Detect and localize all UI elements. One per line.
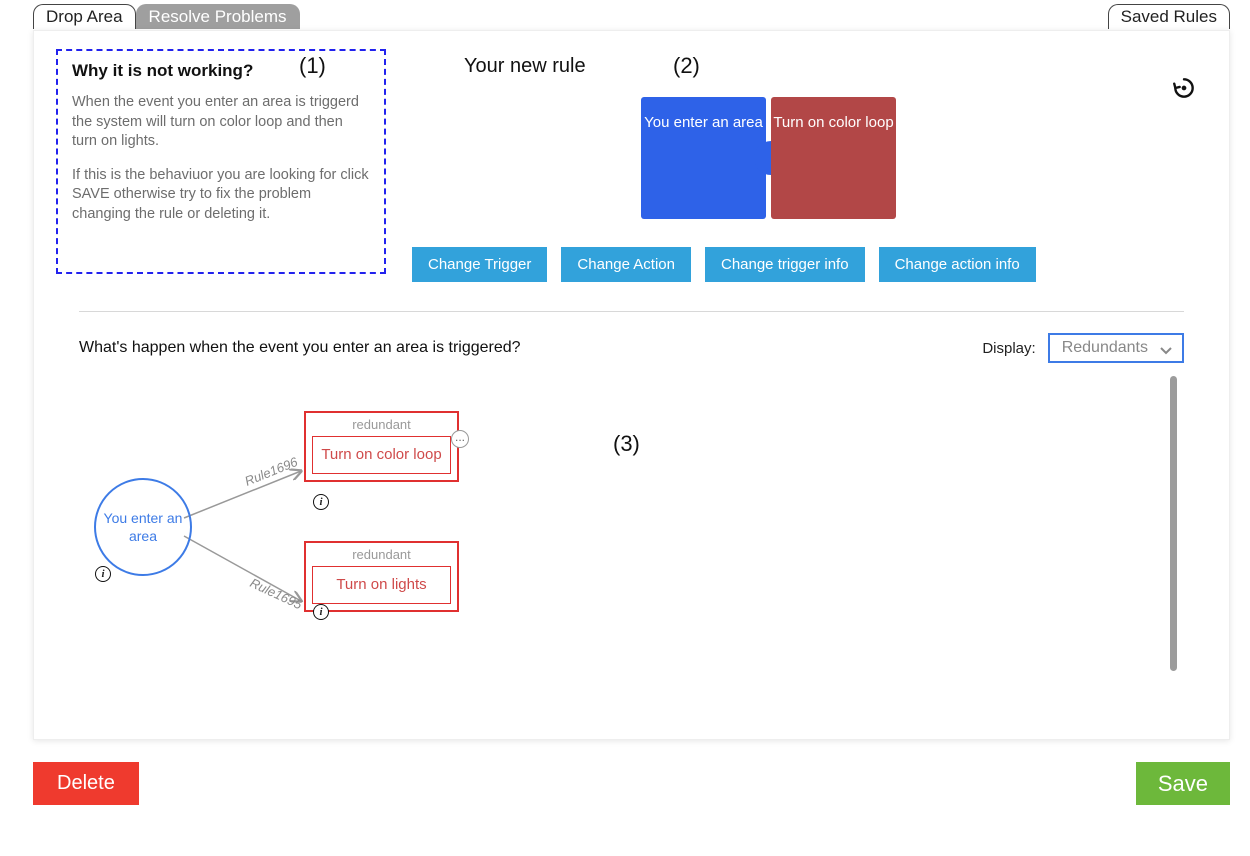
change-buttons-row: Change Trigger Change Action Change trig…: [412, 247, 1036, 282]
tab-drop-area[interactable]: Drop Area: [33, 4, 136, 29]
action-node-top-tag: redundant: [306, 413, 457, 436]
explanation-box: Why it is not working? When the event yo…: [56, 49, 386, 274]
change-action-info-button[interactable]: Change action info: [879, 247, 1036, 282]
action-node-top-text: Turn on color loop: [312, 436, 451, 474]
display-label: Display:: [982, 340, 1035, 357]
explanation-body: When the event you enter an area is trig…: [72, 93, 370, 224]
change-action-button[interactable]: Change Action: [561, 247, 691, 282]
tab-saved-rules[interactable]: Saved Rules: [1108, 4, 1230, 29]
rule-title: Your new rule: [464, 55, 586, 78]
action-node-top[interactable]: redundant Turn on color loop: [304, 411, 459, 482]
annotation-1: (1): [299, 53, 326, 79]
action-piece-label: Turn on color loop: [773, 113, 893, 133]
annotation-3: (3): [613, 431, 640, 457]
scrollbar-thumb[interactable]: [1170, 376, 1177, 671]
rule-puzzle: You enter an area Turn on color loop: [641, 97, 901, 227]
event-node-label: You enter an area: [100, 509, 186, 545]
explanation-p2: If this is the behaviuor you are looking…: [72, 166, 370, 225]
delete-button[interactable]: Delete: [33, 762, 139, 805]
change-trigger-button[interactable]: Change Trigger: [412, 247, 547, 282]
divider: [79, 311, 1184, 312]
info-icon[interactable]: i: [95, 566, 111, 582]
annotation-2: (2): [673, 53, 700, 79]
main-panel: Why it is not working? When the event yo…: [33, 30, 1230, 740]
action-node-bottom[interactable]: redundant Turn on lights: [304, 541, 459, 612]
save-button[interactable]: Save: [1136, 762, 1230, 805]
explanation-p1: When the event you enter an area is trig…: [72, 93, 370, 152]
section3-header: What's happen when the event you enter a…: [79, 333, 1184, 363]
edge-bottom-label: Rule1695: [248, 575, 305, 612]
info-icon[interactable]: i: [313, 494, 329, 510]
action-node-bottom-tag: redundant: [306, 543, 457, 566]
graph-canvas: Rule1696 Rule1695 You enter an area i re…: [79, 376, 1177, 719]
edge-top-label: Rule1696: [243, 454, 301, 489]
action-node-bottom-text: Turn on lights: [312, 566, 451, 604]
trigger-piece-label: You enter an area: [644, 113, 763, 133]
trigger-piece[interactable]: You enter an area: [641, 97, 766, 219]
more-icon[interactable]: ...: [451, 430, 469, 448]
display-select[interactable]: Redundants: [1048, 333, 1184, 363]
tab-resolve-problems[interactable]: Resolve Problems: [136, 4, 300, 29]
graph-area: Rule1696 Rule1695 You enter an area i re…: [79, 376, 1177, 719]
graph-scrollbar[interactable]: [1170, 376, 1177, 719]
action-piece[interactable]: Turn on color loop: [771, 97, 896, 219]
info-icon[interactable]: i: [313, 604, 329, 620]
display-select-value: Redundants: [1062, 339, 1148, 356]
change-trigger-info-button[interactable]: Change trigger info: [705, 247, 865, 282]
chevron-down-icon: [1160, 344, 1172, 356]
event-node[interactable]: You enter an area: [94, 478, 192, 576]
undo-icon[interactable]: [1171, 75, 1197, 101]
section3-title: What's happen when the event you enter a…: [79, 339, 521, 357]
